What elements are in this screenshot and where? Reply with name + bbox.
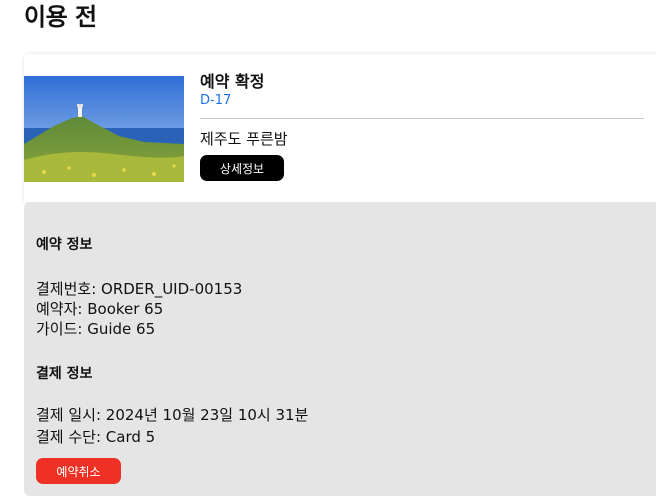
dday-label: D-17 (200, 93, 232, 108)
landscape-photo-icon (24, 76, 184, 182)
payment-info-title: 결제 정보 (36, 366, 93, 382)
booker-name: 예약자: Booker 65 (36, 300, 164, 318)
page: 이용 전 예약 확정 D-17 제주도 푸른밤 상세정보 예약 정보 결제번호:… (0, 0, 656, 500)
place-name: 제주도 푸른밤 (200, 130, 288, 148)
booking-info-title: 예약 정보 (36, 237, 93, 253)
divider (200, 118, 644, 119)
reservation-card: 예약 확정 D-17 제주도 푸른밤 상세정보 (24, 54, 656, 202)
payment-method: 결제 수단: Card 5 (36, 428, 156, 446)
guide-name: 가이드: Guide 65 (36, 320, 156, 338)
cancel-reservation-button[interactable]: 예약취소 (36, 458, 121, 484)
page-title: 이용 전 (24, 3, 97, 31)
info-panel: 예약 정보 결제번호: ORDER_UID-00153 예약자: Booker … (24, 202, 656, 496)
detail-button[interactable]: 상세정보 (200, 155, 284, 181)
place-image (24, 76, 184, 182)
order-number: 결제번호: ORDER_UID-00153 (36, 280, 243, 298)
payment-datetime: 결제 일시: 2024년 10월 23일 10시 31분 (36, 406, 309, 424)
reservation-status: 예약 확정 (200, 72, 265, 91)
